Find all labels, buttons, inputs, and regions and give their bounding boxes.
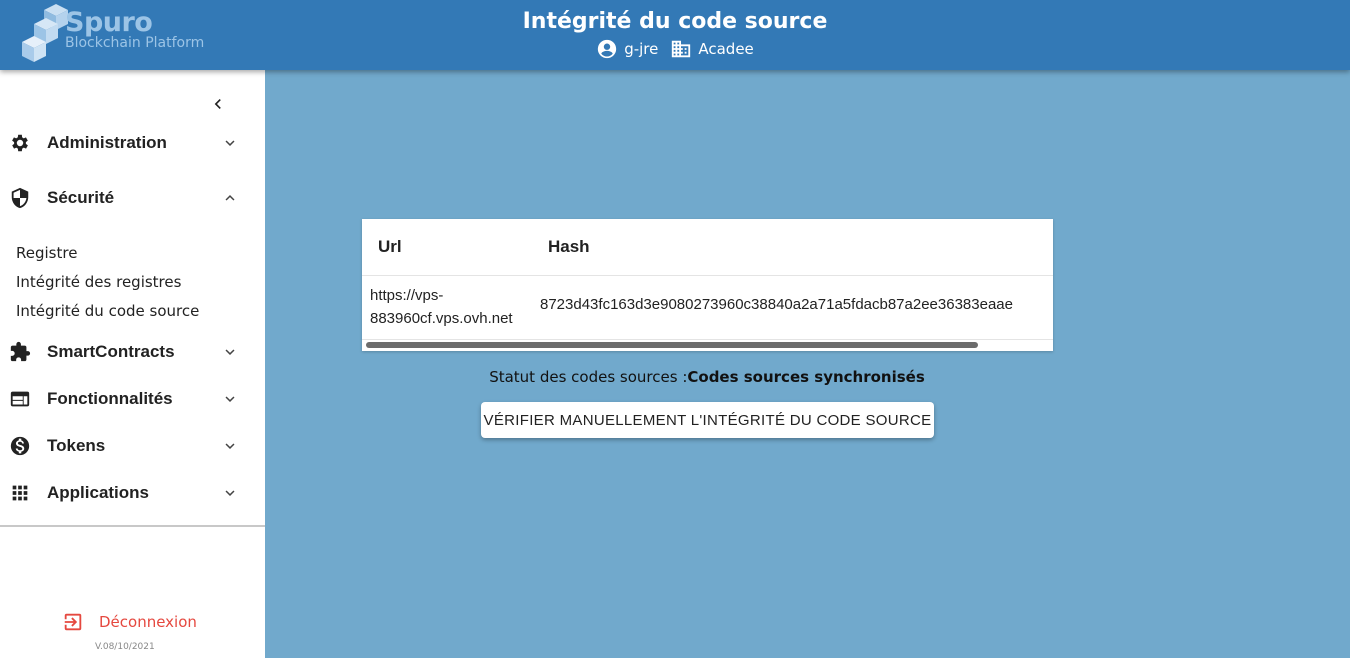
page-title: Intégrité du code source (522, 9, 828, 34)
chevron-left-icon (214, 99, 221, 109)
sidebar-item-label: SmartContracts (47, 342, 175, 361)
chevron-down-icon (221, 134, 239, 152)
gear-icon (9, 132, 31, 154)
app-header: Spuro Blockchain Platform Intégrité du c… (0, 0, 1350, 70)
submenu-integrite-registres[interactable]: Intégrité des registres (16, 273, 181, 291)
table-row: https://vps-883960cf.vps.ovh.net 8723d43… (362, 276, 1053, 339)
collapse-sidebar-button[interactable] (208, 94, 228, 114)
sidebar-item-label: Fonctionnalités (47, 389, 173, 408)
sidebar-item-smartcontracts[interactable]: SmartContracts (0, 332, 265, 372)
username: g-jre (624, 40, 659, 58)
status-value: Codes sources synchronisés (687, 368, 925, 386)
logout-icon (64, 613, 82, 631)
account-circle-icon (596, 38, 618, 60)
horizontal-scrollbar-thumb[interactable] (366, 342, 978, 348)
chevron-down-icon (221, 437, 239, 455)
logout-label: Déconnexion (99, 613, 197, 631)
source-integrity-table: Url Hash https://vps-883960cf.vps.ovh.ne… (362, 219, 1053, 351)
dollar-coin-icon (9, 435, 31, 457)
chevron-down-icon (221, 390, 239, 408)
chevron-down-icon (221, 343, 239, 361)
source-status: Statut des codes sources :Codes sources … (0, 368, 1350, 386)
sidebar-divider (0, 525, 265, 527)
verify-integrity-button[interactable]: VÉRIFIER MANUELLEMENT L'INTÉGRITÉ DU COD… (481, 402, 934, 438)
chevron-down-icon (221, 484, 239, 502)
status-label: Statut des codes sources : (489, 368, 688, 386)
sidebar-item-securite[interactable]: Sécurité (0, 178, 265, 218)
url-cell: https://vps-883960cf.vps.ovh.net (370, 287, 513, 327)
app-version: V.08/10/2021 (95, 642, 155, 652)
puzzle-icon (9, 341, 31, 363)
sidebar-item-label: Applications (47, 483, 150, 502)
shield-icon (9, 187, 31, 209)
sidebar: Administration Sécurité Registre Intégri… (0, 70, 265, 658)
column-header-url[interactable]: Url (378, 237, 402, 257)
sidebar-item-label: Tokens (47, 436, 106, 455)
window-icon (9, 388, 31, 410)
sidebar-item-applications[interactable]: Applications (0, 473, 265, 513)
user-info: g-jre Acadee (0, 38, 1350, 60)
submenu-integrite-code-source[interactable]: Intégrité du code source (16, 302, 199, 320)
sidebar-item-label: Sécurité (47, 188, 115, 207)
logout-button[interactable]: Déconnexion (62, 611, 197, 633)
chevron-up-icon (221, 189, 239, 207)
building-icon (670, 38, 692, 60)
sidebar-item-label: Administration (47, 133, 167, 152)
sidebar-item-tokens[interactable]: Tokens (0, 426, 265, 466)
column-header-hash[interactable]: Hash (548, 237, 590, 257)
table-header: Url Hash (362, 219, 1053, 276)
hash-cell: 8723d43fc163d3e9080273960c38840a2a71a5fd… (540, 296, 1013, 313)
submenu-registre[interactable]: Registre (16, 244, 77, 262)
apps-grid-icon (9, 482, 31, 504)
organization-name: Acadee (698, 40, 754, 58)
sidebar-item-administration[interactable]: Administration (0, 123, 265, 163)
